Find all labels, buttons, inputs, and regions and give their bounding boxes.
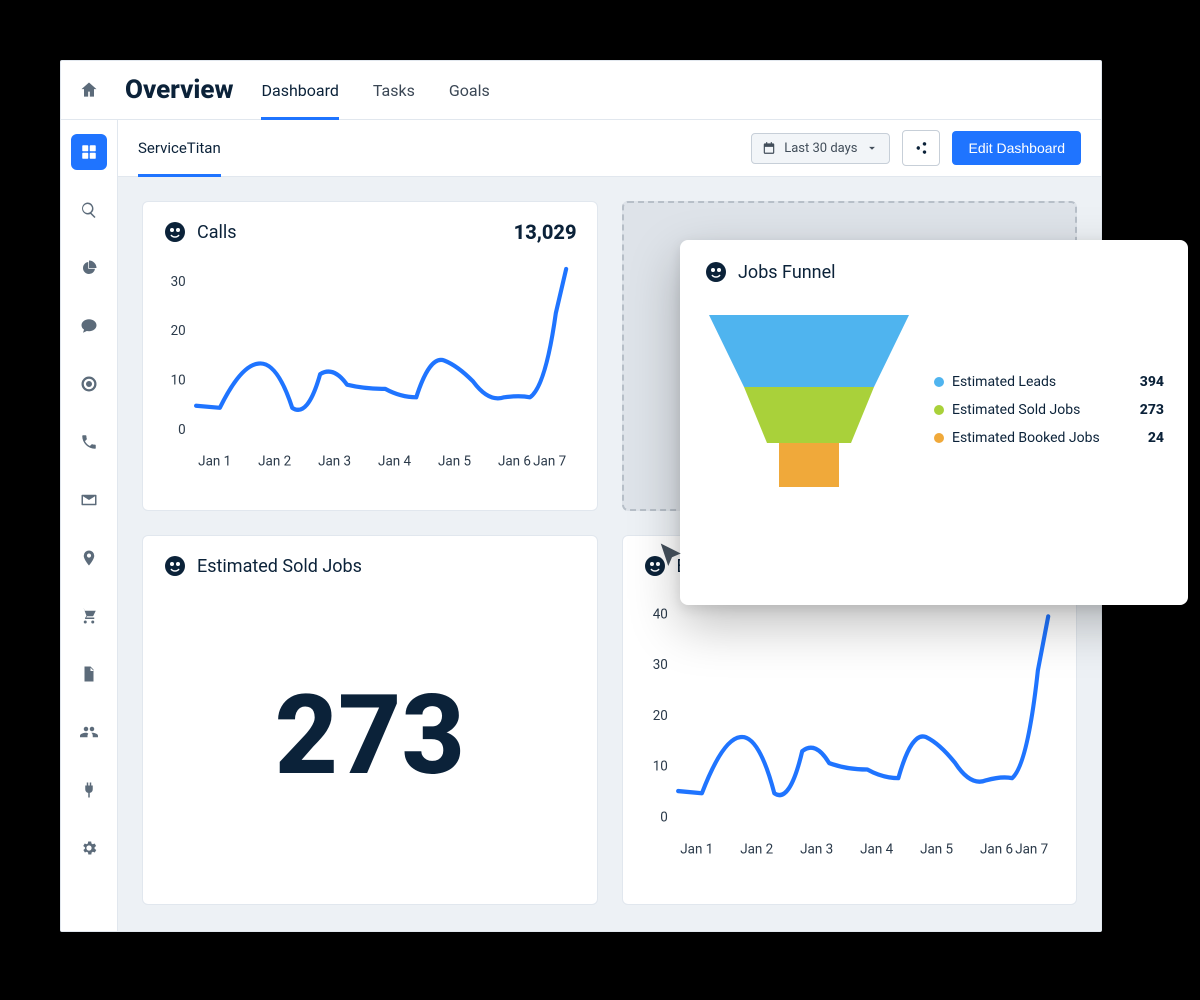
edit-dashboard-button[interactable]: Edit Dashboard: [952, 131, 1081, 165]
svg-text:10: 10: [171, 373, 186, 389]
booked-chart: 0 10 20 30 40 Jan 1 Jan 2: [643, 584, 1057, 886]
sidebar-item-settings[interactable]: [71, 830, 107, 866]
legend-dot: [934, 405, 944, 415]
servicetitan-logo-icon: [704, 260, 728, 284]
card-title: Jobs Funnel: [738, 262, 836, 283]
plug-icon: [80, 781, 98, 799]
cursor-icon: [657, 541, 687, 571]
svg-text:10: 10: [652, 758, 667, 774]
users-icon: [80, 723, 98, 741]
date-range-picker[interactable]: Last 30 days: [751, 133, 890, 164]
svg-text:Jan 3: Jan 3: [318, 454, 351, 470]
share-icon: [914, 141, 928, 155]
chevron-down-icon: [865, 141, 879, 155]
calls-chart: 0 10 20 30 Jan 1 Jan 2 Jan 3: [163, 250, 577, 492]
pie-chart-icon: [80, 259, 98, 277]
legend-value: 394: [1140, 374, 1164, 390]
svg-text:Jan 5: Jan 5: [920, 841, 953, 857]
funnel-chart: [704, 300, 914, 520]
legend-dot: [934, 433, 944, 443]
sidebar-item-mail[interactable]: [71, 482, 107, 518]
grid-icon: [80, 143, 98, 161]
svg-text:Jan 2: Jan 2: [258, 454, 291, 470]
servicetitan-logo-icon: [163, 554, 187, 578]
gear-icon: [80, 839, 98, 857]
svg-text:20: 20: [652, 708, 667, 724]
svg-text:Jan 4: Jan 4: [860, 841, 893, 857]
svg-text:40: 40: [652, 606, 667, 622]
sidebar-item-reports[interactable]: [71, 250, 107, 286]
sidebar-item-users[interactable]: [71, 714, 107, 750]
target-icon: [80, 375, 98, 393]
sub-bar: ServiceTitan Last 30 days Edit Dashboard: [118, 120, 1101, 177]
tab-dashboard[interactable]: Dashboard: [261, 61, 338, 119]
svg-text:20: 20: [171, 323, 186, 339]
legend-dot: [934, 377, 944, 387]
sidebar-item-calls[interactable]: [71, 424, 107, 460]
file-icon: [80, 665, 98, 683]
subtab-servicetitan[interactable]: ServiceTitan: [138, 120, 221, 176]
card-calls[interactable]: Calls 13,029 0 10 20 30: [142, 201, 598, 511]
svg-text:0: 0: [660, 809, 668, 825]
svg-text:Jan 7: Jan 7: [1015, 841, 1048, 857]
svg-text:Jan 2: Jan 2: [740, 841, 773, 857]
date-range-label: Last 30 days: [784, 141, 857, 156]
sidebar-item-integrations[interactable]: [71, 772, 107, 808]
sidebar-item-target[interactable]: [71, 366, 107, 402]
legend-row: Estimated Leads 394: [934, 374, 1164, 390]
top-bar: Overview Dashboard Tasks Goals: [61, 61, 1101, 120]
legend-row: Estimated Sold Jobs 273: [934, 402, 1164, 418]
svg-text:Jan 6: Jan 6: [980, 841, 1013, 857]
sold-jobs-value: 273: [163, 584, 577, 886]
svg-text:Jan 4: Jan 4: [378, 454, 411, 470]
legend-label: Estimated Sold Jobs: [952, 402, 1132, 418]
phone-icon: [80, 433, 98, 451]
chat-icon: [80, 317, 98, 335]
card-estimated-sold-jobs[interactable]: Estimated Sold Jobs 273: [142, 535, 598, 905]
sidebar-item-cart[interactable]: [71, 598, 107, 634]
svg-text:Jan 3: Jan 3: [800, 841, 833, 857]
servicetitan-logo-icon: [163, 220, 187, 244]
svg-text:Jan 1: Jan 1: [198, 454, 231, 470]
mail-icon: [80, 491, 98, 509]
card-title: Estimated Sold Jobs: [197, 556, 362, 577]
svg-text:30: 30: [652, 657, 667, 673]
funnel-legend: Estimated Leads 394 Estimated Sold Jobs …: [934, 374, 1164, 446]
top-tabs: Dashboard Tasks Goals: [261, 61, 523, 119]
home-icon: [79, 80, 99, 100]
sidebar-item-location[interactable]: [71, 540, 107, 576]
svg-text:30: 30: [171, 274, 186, 290]
legend-value: 273: [1140, 402, 1164, 418]
legend-value: 24: [1148, 430, 1164, 446]
sidebar-item-search[interactable]: [71, 192, 107, 228]
svg-text:Jan 5: Jan 5: [438, 454, 471, 470]
svg-text:0: 0: [178, 422, 186, 438]
svg-text:Jan 6: Jan 6: [498, 454, 531, 470]
home-button[interactable]: [61, 61, 117, 119]
svg-text:Jan 7: Jan 7: [533, 454, 566, 470]
sidebar-item-docs[interactable]: [71, 656, 107, 692]
tab-goals[interactable]: Goals: [449, 61, 490, 119]
legend-label: Estimated Leads: [952, 374, 1132, 390]
sidebar: [61, 120, 118, 931]
cart-icon: [80, 607, 98, 625]
share-button[interactable]: [902, 130, 940, 166]
legend-row: Estimated Booked Jobs 24: [934, 430, 1164, 446]
card-title: Calls: [197, 222, 237, 243]
legend-label: Estimated Booked Jobs: [952, 430, 1140, 446]
card-value: 13,029: [514, 220, 577, 244]
search-icon: [80, 201, 98, 219]
sidebar-item-apps[interactable]: [71, 134, 107, 170]
tab-tasks[interactable]: Tasks: [373, 61, 415, 119]
calendar-icon: [762, 141, 776, 155]
page-title: Overview: [125, 75, 233, 105]
sidebar-item-chat[interactable]: [71, 308, 107, 344]
svg-text:Jan 1: Jan 1: [680, 841, 713, 857]
card-jobs-funnel-floating[interactable]: Jobs Funnel Estimated Leads 394 Estimat: [680, 240, 1188, 605]
map-pin-icon: [80, 549, 98, 567]
